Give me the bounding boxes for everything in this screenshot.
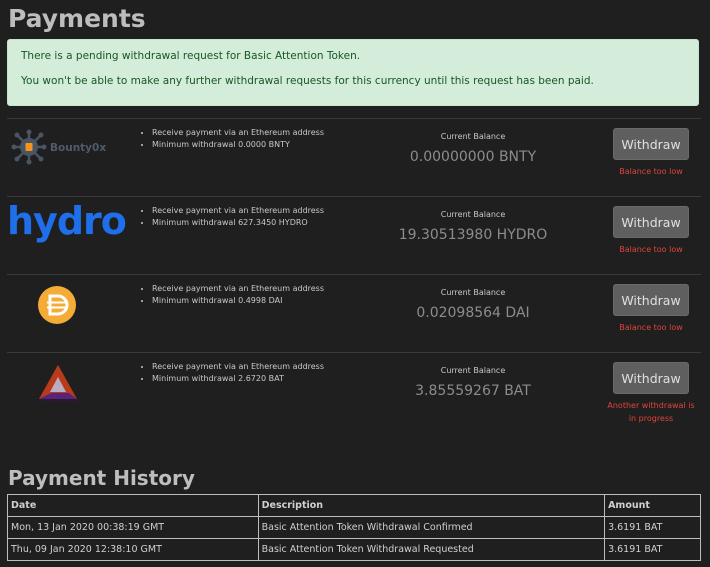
currency-features: Receive payment via an Ethereum address … xyxy=(140,361,324,385)
table-header-row: Date Description Amount xyxy=(7,494,701,517)
balance-label: Current Balance xyxy=(440,210,506,219)
currency-features: Receive payment via an Ethereum address … xyxy=(140,127,324,151)
column-header-amount: Amount xyxy=(604,494,701,517)
feature-item: Minimum withdrawal 2.6720 BAT xyxy=(152,373,324,385)
cell-date: Mon, 13 Jan 2020 00:38:19 GMT xyxy=(7,516,259,539)
feature-item: Receive payment via an Ethereum address xyxy=(152,283,324,295)
bat-icon xyxy=(39,365,81,402)
table-row: Thu, 09 Jan 2020 12:38:10 GMT Basic Atte… xyxy=(7,538,701,561)
bounty0x-icon xyxy=(11,129,47,165)
bounty0x-logo xyxy=(11,129,47,169)
alert-line-1: There is a pending withdrawal request fo… xyxy=(21,50,361,62)
withdraw-button-dai[interactable]: Withdraw xyxy=(613,284,689,316)
currency-row-bat: Receive payment via an Ethereum address … xyxy=(7,352,701,431)
alert-line-2: You won't be able to make any further wi… xyxy=(21,75,594,87)
withdraw-error: Another withdrawal is in progress xyxy=(607,401,695,423)
withdraw-error: Balance too low xyxy=(619,245,683,254)
withdraw-error: Balance too low xyxy=(619,167,683,176)
withdraw-button-bat[interactable]: Withdraw xyxy=(613,362,689,394)
currency-features: Receive payment via an Ethereum address … xyxy=(140,283,324,307)
feature-item: Receive payment via an Ethereum address xyxy=(152,205,324,217)
currency-row-bnty: Bounty0x Receive payment via an Ethereum… xyxy=(7,118,701,197)
hydro-logo: hydro xyxy=(7,199,127,243)
feature-item: Receive payment via an Ethereum address xyxy=(152,127,324,139)
balance-label: Current Balance xyxy=(440,132,506,141)
withdraw-button-bnty[interactable]: Withdraw xyxy=(613,128,689,160)
currency-row-hydro: hydro Receive payment via an Ethereum ad… xyxy=(7,196,701,275)
balance-value: 19.30513980 HYDRO xyxy=(398,227,548,243)
withdraw-button-hydro[interactable]: Withdraw xyxy=(613,206,689,238)
column-header-description: Description xyxy=(257,494,606,517)
cell-date: Thu, 09 Jan 2020 12:38:10 GMT xyxy=(7,538,259,561)
balance-label: Current Balance xyxy=(440,288,506,297)
bat-logo xyxy=(37,363,81,407)
feature-item: Minimum withdrawal 0.4998 DAI xyxy=(152,295,324,307)
cell-description: Basic Attention Token Withdrawal Request… xyxy=(257,538,606,561)
feature-item: Minimum withdrawal 0.0000 BNTY xyxy=(152,139,324,151)
payment-history-title: Payment History xyxy=(8,466,195,490)
dai-logo xyxy=(37,285,77,329)
bounty0x-logo-text: Bounty0x xyxy=(50,142,107,154)
table-row: Mon, 13 Jan 2020 00:38:19 GMT Basic Atte… xyxy=(7,516,701,539)
cell-amount: 3.6191 BAT xyxy=(604,538,701,561)
pending-withdrawal-alert: There is a pending withdrawal request fo… xyxy=(7,39,699,106)
balance-value: 0.02098564 DAI xyxy=(416,305,530,321)
feature-item: Receive payment via an Ethereum address xyxy=(152,361,324,373)
withdraw-error: Balance too low xyxy=(619,323,683,332)
currency-features: Receive payment via an Ethereum address … xyxy=(140,205,324,229)
feature-item: Minimum withdrawal 627.3450 HYDRO xyxy=(152,217,324,229)
cell-amount: 3.6191 BAT xyxy=(604,516,701,539)
currency-row-dai: Receive payment via an Ethereum address … xyxy=(7,274,701,353)
balance-value: 0.00000000 BNTY xyxy=(409,149,537,165)
page-title: Payments xyxy=(8,4,146,33)
column-header-date: Date xyxy=(7,494,259,517)
cell-description: Basic Attention Token Withdrawal Confirm… xyxy=(257,516,606,539)
dai-icon xyxy=(38,286,76,324)
balance-label: Current Balance xyxy=(440,366,506,375)
payment-history-table: Date Description Amount Mon, 13 Jan 2020… xyxy=(7,494,701,561)
balance-value: 3.85559267 BAT xyxy=(415,383,531,399)
